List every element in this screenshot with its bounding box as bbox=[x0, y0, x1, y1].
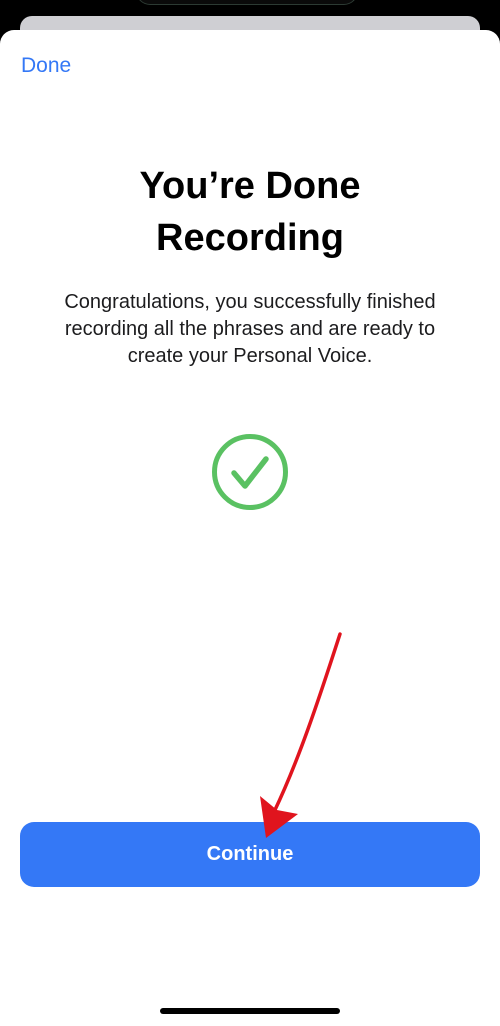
description-text: Congratulations, you successfully finish… bbox=[64, 291, 436, 367]
done-button[interactable]: Done bbox=[21, 54, 71, 78]
screen: Done You’re Done Recording Congratulatio… bbox=[0, 0, 500, 1026]
dynamic-island bbox=[136, 0, 358, 5]
home-indicator bbox=[160, 1008, 340, 1014]
modal-sheet: Done You’re Done Recording Congratulatio… bbox=[0, 30, 500, 1026]
continue-button[interactable]: Continue bbox=[20, 822, 480, 887]
page-title: You’re Done Recording bbox=[0, 160, 500, 264]
title-line-1: You’re Done bbox=[139, 165, 361, 207]
checkmark-circle-icon bbox=[212, 434, 288, 510]
title-line-2: Recording bbox=[156, 217, 344, 259]
